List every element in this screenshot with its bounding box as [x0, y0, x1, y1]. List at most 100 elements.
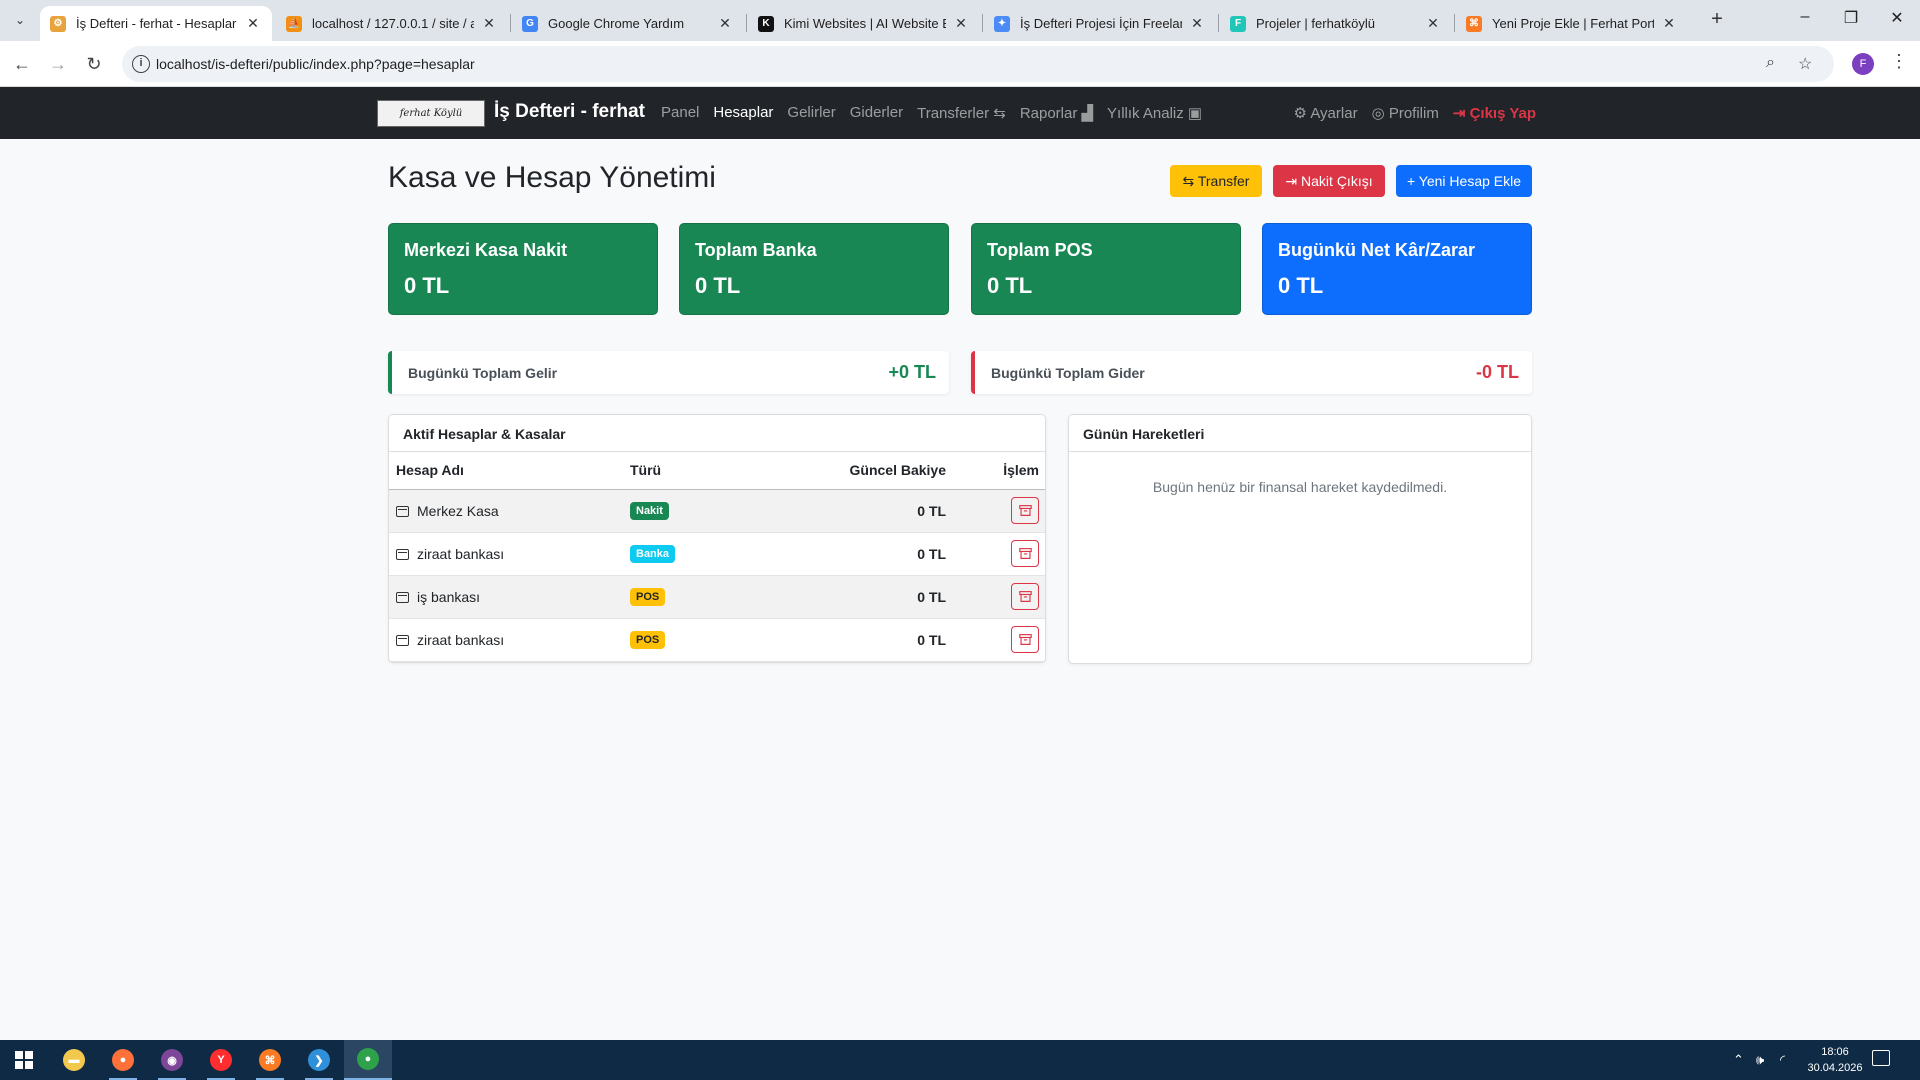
- tab-close-icon[interactable]: ✕: [244, 15, 262, 32]
- account-balance: 0 TL: [773, 532, 953, 576]
- windows-start-icon[interactable]: [0, 1040, 48, 1080]
- file-explorer-taskbar-icon[interactable]: ▬: [50, 1040, 98, 1080]
- nav-right: ⚙ Ayarlar ◎ Profilim ⇥ Çıkış Yap: [1294, 104, 1536, 122]
- tray-chevron-icon[interactable]: ⌃: [1733, 1052, 1744, 1068]
- volume-icon[interactable]: 🕪: [1756, 1052, 1764, 1068]
- account-type-badge: POS: [630, 588, 666, 606]
- zoom-icon[interactable]: ⌕: [1766, 54, 1775, 72]
- url-text[interactable]: localhost/is-defteri/public/index.php?pa…: [156, 56, 475, 72]
- tor-browser-taskbar-icon[interactable]: ◉: [148, 1040, 196, 1080]
- tab-close-icon[interactable]: ✕: [952, 15, 970, 32]
- brand-logo[interactable]: ferhat Köylü: [377, 100, 485, 127]
- stat-label: Toplam Banka: [695, 240, 817, 260]
- browser-toolbar: ← → ↻ i localhost/is-defteri/public/inde…: [0, 41, 1920, 87]
- nav-transferler[interactable]: Transferler ⇆: [917, 104, 1006, 122]
- brand-title[interactable]: İş Defteri - ferhat: [494, 101, 645, 123]
- browser-menu-icon[interactable]: ⋮: [1890, 51, 1908, 72]
- new-tab-button[interactable]: +: [1705, 8, 1729, 31]
- app-navbar: ferhat Köylü İş Defteri - ferhat Panel H…: [0, 87, 1920, 139]
- wallet-icon: [396, 505, 409, 517]
- tab-title: Google Chrome Yardım: [548, 16, 685, 31]
- page-title: Kasa ve Hesap Yönetimi: [388, 161, 716, 194]
- income-value: +0 TL: [888, 362, 936, 382]
- back-arrow-icon[interactable]: ←: [10, 52, 34, 76]
- nav-raporlar[interactable]: Raporlar ▟: [1020, 104, 1093, 122]
- nav-giderler[interactable]: Giderler: [850, 104, 903, 122]
- stat-card-banka: Toplam Banka 0 TL: [679, 223, 949, 315]
- chrome-taskbar-icon[interactable]: ●: [344, 1040, 392, 1080]
- close-window-button[interactable]: ✕: [1874, 8, 1920, 28]
- daily-movements-card: Günün Hareketleri Bugün henüz bir finans…: [1068, 414, 1532, 664]
- tab-separator: [510, 14, 511, 32]
- tab-separator: [1218, 14, 1219, 32]
- minimize-button[interactable]: –: [1782, 8, 1828, 26]
- col-header-balance: Güncel Bakiye: [773, 452, 953, 490]
- cash-out-button[interactable]: ⇥ Nakit Çıkışı: [1273, 165, 1385, 197]
- stat-label: Toplam POS: [987, 240, 1093, 260]
- tab-title: localhost / 127.0.0.1 / site / adm: [312, 16, 474, 31]
- browser-tab[interactable]: ⌘ Yeni Proje Ekle | Ferhat Portföy ✕: [1456, 6, 1688, 41]
- tab-favicon-icon: ⛵: [286, 15, 302, 32]
- transfer-button[interactable]: ⇆ Transfer: [1170, 165, 1262, 197]
- nav-yillik-analiz[interactable]: Yıllık Analiz ▣: [1107, 104, 1202, 122]
- stat-label: Merkezi Kasa Nakit: [404, 240, 568, 260]
- browser-tab[interactable]: ✦ İş Defteri Projesi İçin Freelancer ✕: [984, 6, 1216, 41]
- tab-separator: [1454, 14, 1455, 32]
- browser-tab[interactable]: G Google Chrome Yardım ✕: [512, 6, 744, 41]
- xampp-taskbar-icon[interactable]: ⌘: [246, 1040, 294, 1080]
- browser-tabstrip: ⌄ ⚙ İş Defteri - ferhat - Hesaplar ✕ ⛵ local…: [0, 0, 1920, 41]
- wallet-icon: [396, 634, 409, 646]
- browser-tab[interactable]: K Kimi Websites | AI Website Buil ✕: [748, 6, 980, 41]
- restore-button[interactable]: ❐: [1828, 8, 1874, 28]
- stat-value: 0 TL: [1278, 273, 1324, 298]
- taskbar-clock[interactable]: 18:06 30.04.2026: [1800, 1044, 1870, 1076]
- browser-tab[interactable]: F Projeler | ferhatköylü ✕: [1220, 6, 1452, 41]
- nav-gelirler[interactable]: Gelirler: [787, 104, 835, 122]
- tab-close-icon[interactable]: ✕: [1188, 15, 1206, 32]
- clock-time: 18:06: [1821, 1046, 1849, 1058]
- site-info-icon[interactable]: i: [132, 55, 150, 73]
- reload-icon[interactable]: ↻: [82, 52, 106, 76]
- nav-ayarlar[interactable]: ⚙ Ayarlar: [1294, 104, 1358, 122]
- tab-close-icon[interactable]: ✕: [716, 15, 734, 32]
- account-name: ziraat bankası: [417, 545, 505, 562]
- tab-close-icon[interactable]: ✕: [1660, 15, 1678, 32]
- nav-profilim[interactable]: ◎ Profilim: [1372, 104, 1439, 122]
- notifications-icon[interactable]: [1872, 1050, 1890, 1066]
- yandex-taskbar-icon[interactable]: Y: [197, 1040, 245, 1080]
- add-account-button[interactable]: + Yeni Hesap Ekle: [1396, 165, 1532, 197]
- archive-icon: [1018, 634, 1032, 645]
- profile-avatar[interactable]: F: [1852, 53, 1874, 75]
- stat-value: 0 TL: [695, 273, 741, 298]
- movements-card-header: Günün Hareketleri: [1069, 415, 1531, 452]
- tab-search-chevron-icon[interactable]: ⌄: [8, 8, 32, 32]
- tab-title: Projeler | ferhatköylü: [1256, 16, 1375, 31]
- nav-panel[interactable]: Panel: [661, 104, 699, 122]
- archive-account-button[interactable]: [1011, 626, 1039, 653]
- table-row: ziraat bankası POS 0 TL: [389, 618, 1045, 662]
- account-type-badge: Banka: [630, 545, 676, 563]
- firefox-taskbar-icon[interactable]: ●: [99, 1040, 147, 1080]
- empty-state-message: Bugün henüz bir finansal hareket kaydedi…: [1152, 479, 1448, 495]
- tab-close-icon[interactable]: ✕: [480, 15, 498, 32]
- nav-hesaplar[interactable]: Hesaplar: [713, 104, 773, 122]
- vscode-taskbar-icon[interactable]: ❯: [295, 1040, 343, 1080]
- stat-card-kasa: Merkezi Kasa Nakit 0 TL: [388, 223, 658, 315]
- account-name: iş bankası: [417, 588, 481, 605]
- network-icon[interactable]: ◜: [1780, 1052, 1785, 1068]
- archive-account-button[interactable]: [1011, 583, 1039, 610]
- browser-tab[interactable]: ⛵ localhost / 127.0.0.1 / site / adm ✕: [276, 6, 508, 41]
- tab-favicon-icon: ⚙: [50, 15, 66, 32]
- chrome-icon: ●: [357, 1048, 379, 1070]
- tab-title: Kimi Websites | AI Website Buil: [784, 16, 946, 31]
- col-header-type: Türü: [623, 452, 773, 490]
- tab-close-icon[interactable]: ✕: [1424, 15, 1442, 32]
- forward-arrow-icon[interactable]: →: [46, 52, 70, 76]
- nav-logout[interactable]: ⇥ Çıkış Yap: [1453, 104, 1536, 122]
- archive-account-button[interactable]: [1011, 540, 1039, 567]
- bookmark-star-icon[interactable]: ☆: [1798, 54, 1812, 74]
- daily-income-summary: Bugünkü Toplam Gelir +0 TL: [388, 351, 949, 394]
- browser-tab[interactable]: ⚙ İş Defteri - ferhat - Hesaplar ✕: [40, 6, 272, 41]
- archive-account-button[interactable]: [1011, 497, 1039, 524]
- address-bar[interactable]: i localhost/is-defteri/public/index.php?…: [122, 46, 1834, 82]
